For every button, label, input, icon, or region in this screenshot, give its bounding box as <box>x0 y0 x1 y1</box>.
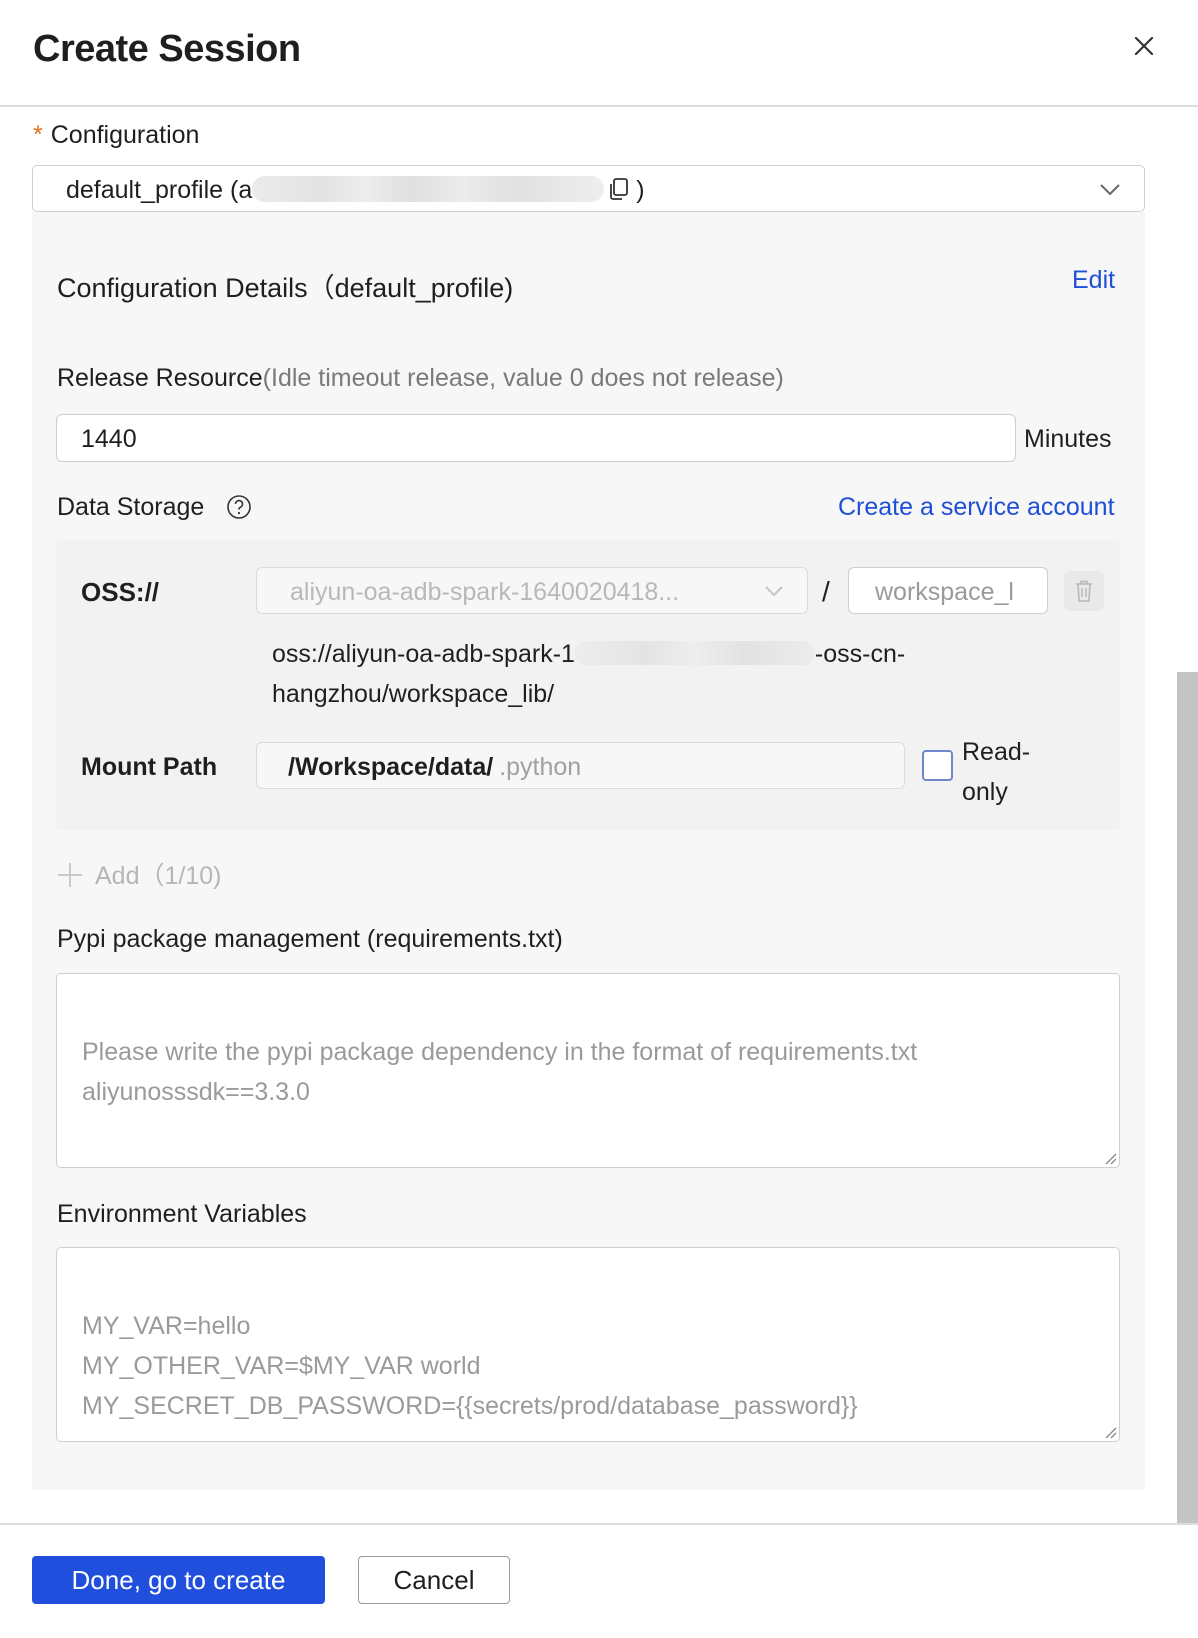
delete-storage-button[interactable] <box>1064 571 1104 611</box>
oss-bucket-select[interactable]: aliyun-oa-adb-spark-1640020418... <box>256 567 808 614</box>
environment-variables-label: Environment Variables <box>57 1200 307 1228</box>
configuration-selected-value: default_profile (a ) <box>66 176 645 204</box>
pypi-requirements-textarea[interactable]: Please write the pypi package dependency… <box>56 973 1120 1168</box>
redacted-id <box>252 176 605 202</box>
oss-prefix-label: OSS:// <box>81 577 160 607</box>
trash-icon <box>1076 580 1092 602</box>
question-circle-icon[interactable] <box>226 494 252 520</box>
dialog-title: Create Session <box>33 28 301 70</box>
close-icon[interactable] <box>1128 30 1160 62</box>
pypi-label: Pypi package management (requirements.tx… <box>57 925 563 953</box>
release-resource-label: Release Resource(Idle timeout release, v… <box>57 364 784 392</box>
release-timeout-input[interactable]: 1440 <box>56 414 1016 462</box>
plus-icon <box>58 863 82 887</box>
mount-path-label: Mount Path <box>81 753 218 781</box>
minutes-unit: Minutes <box>1024 425 1112 453</box>
edit-link[interactable]: Edit <box>1072 266 1115 295</box>
mount-path-placeholder: .python <box>499 753 582 781</box>
oss-bucket-value: aliyun-oa-adb-spark-1640020418... <box>290 578 680 606</box>
read-only-checkbox[interactable] <box>922 750 953 781</box>
done-create-button[interactable]: Done, go to create <box>32 1556 325 1604</box>
chevron-down-icon <box>765 586 783 597</box>
environment-variables-textarea[interactable]: MY_VAR=hello MY_OTHER_VAR=$MY_VAR world … <box>56 1247 1120 1442</box>
configuration-select[interactable]: default_profile (a ) <box>32 165 1145 212</box>
resize-handle-icon[interactable] <box>1101 1423 1117 1439</box>
oss-path-input[interactable]: workspace_l <box>848 567 1048 614</box>
mount-path-input[interactable]: /Workspace/data/.python <box>256 742 905 789</box>
read-only-label: Read-only <box>962 738 1031 806</box>
chevron-down-icon <box>1100 184 1120 196</box>
details-title: Configuration Details（default_profile) <box>57 273 514 303</box>
cancel-button[interactable]: Cancel <box>358 1556 510 1604</box>
oss-full-path: oss://aliyun-oa-adb-spark-1 -oss-cn-hangz… <box>272 640 906 708</box>
add-storage-button[interactable]: Add（1/10) <box>57 856 221 892</box>
resize-handle-icon[interactable] <box>1101 1149 1117 1165</box>
scrollbar-thumb[interactable] <box>1177 672 1198 1524</box>
configuration-label: * Configuration <box>33 121 200 149</box>
path-separator: / <box>822 576 830 607</box>
redacted-bucket-id <box>574 641 815 665</box>
data-storage-label: Data Storage <box>57 493 205 521</box>
copy-icon[interactable] <box>608 177 630 201</box>
dialog-header: Create Session <box>0 0 1198 107</box>
required-mark: * <box>33 121 43 149</box>
create-service-account-link[interactable]: Create a service account <box>838 493 1115 522</box>
